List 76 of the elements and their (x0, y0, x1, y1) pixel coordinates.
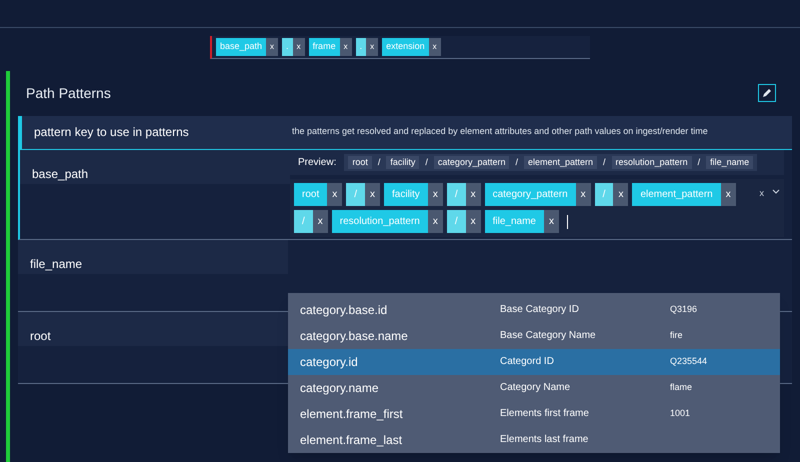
dropdown-option[interactable]: element.frame_first Elements first frame 1001 (288, 400, 780, 426)
remove-token-button[interactable]: x (366, 38, 378, 56)
token-chip: root (294, 183, 328, 206)
remove-token-button[interactable]: x (466, 210, 481, 233)
option-label: Base Category Name (500, 329, 597, 343)
token-chip: extension (382, 38, 429, 56)
token-chip: file_name (484, 210, 544, 233)
remove-token-button[interactable]: x (312, 210, 328, 233)
dropdown-option[interactable]: element.frame_last Elements last frame (288, 426, 780, 452)
option-label: Elements last frame (500, 433, 590, 447)
remove-token-button[interactable]: x (340, 38, 352, 56)
token-chip: facility (384, 183, 428, 206)
pattern-key: base_path (32, 166, 88, 180)
preview-segment: resolution_pattern (612, 156, 692, 169)
column-header: the patterns get resolved and replaced by element attributes and other path values on ingest/render time (292, 125, 708, 138)
remove-token-button[interactable]: x (428, 210, 443, 233)
remove-token-button[interactable]: x (365, 183, 380, 206)
remove-token-button[interactable]: x (720, 183, 736, 206)
preview-segment: facility (386, 156, 420, 169)
option-key: category.name (300, 378, 500, 396)
pattern-key: root (30, 328, 51, 342)
remove-token-button[interactable]: x (266, 38, 278, 56)
token-chip: / (346, 183, 366, 206)
pattern-key: file_name (30, 256, 82, 270)
preview-segment: root (348, 156, 372, 169)
edit-button[interactable] (758, 84, 776, 102)
option-value: flame (670, 380, 692, 394)
token-chip: / (594, 183, 614, 206)
option-value: 1001 (670, 406, 690, 420)
panel-title: Path Patterns (26, 84, 111, 102)
filename-pattern-field[interactable]: base_path x . x frame x . x extension x (210, 36, 590, 58)
preview-segment: element_pattern (524, 156, 598, 169)
separator-label: / (602, 156, 607, 168)
token-chip: / (446, 183, 466, 206)
option-label: Categord ID (500, 355, 555, 369)
option-key: element.frame_first (300, 404, 500, 422)
option-key: category.id (300, 352, 500, 370)
remove-token-button[interactable]: x (428, 183, 443, 206)
dropdown-option[interactable]: category.base.name Base Category Name fire (288, 322, 780, 348)
token-chip: . (356, 38, 366, 56)
remove-token-button[interactable]: x (613, 183, 628, 206)
token-chip: frame (308, 38, 340, 56)
token-chip: base_path (216, 38, 266, 56)
separator-label: / (424, 156, 429, 168)
clear-button[interactable]: x (760, 187, 764, 200)
remove-token-button[interactable]: x (327, 183, 342, 206)
dropdown-option[interactable]: category.id Categord ID Q235544 (288, 348, 780, 374)
option-key: element.frame_last (300, 430, 500, 448)
token-chip: . (282, 38, 293, 56)
pattern-editor-field[interactable]: root x / x facility x / x category_pattern x / x element_pattern x / x resolution_pattern x / x file_name x x (290, 179, 784, 237)
remove-token-button[interactable]: x (428, 38, 441, 56)
chevron-down-icon[interactable] (772, 189, 780, 195)
remove-token-button[interactable]: x (292, 38, 305, 56)
edit-icon[interactable] (762, 88, 772, 98)
column-header: pattern key to use in patterns (33, 124, 190, 141)
preview-label: Preview: (298, 156, 336, 170)
remove-token-button[interactable]: x (466, 183, 481, 206)
option-label: Elements first frame (500, 407, 590, 421)
option-value: Q235544 (670, 354, 708, 368)
separator-label: / (514, 156, 519, 168)
separator-label: / (376, 156, 382, 168)
option-value: fire (670, 328, 683, 342)
remove-token-button[interactable]: x (576, 183, 591, 206)
token-chip: / (446, 210, 466, 233)
preview-segment: file_name (706, 156, 754, 169)
separator-label: / (696, 156, 702, 168)
preview-segment: category_pattern (434, 156, 510, 169)
option-key: category.base.name (300, 326, 500, 344)
token-chip: category_pattern (484, 183, 576, 206)
dropdown-option[interactable]: category.name Category Name flame (288, 374, 780, 400)
pattern-row[interactable] (18, 150, 792, 240)
token-chip: element_pattern (632, 183, 721, 206)
token-chip: / (294, 210, 313, 233)
token-chip: resolution_pattern (332, 210, 428, 233)
remove-token-button[interactable]: x (544, 210, 559, 233)
option-label: Category Name (500, 381, 572, 395)
